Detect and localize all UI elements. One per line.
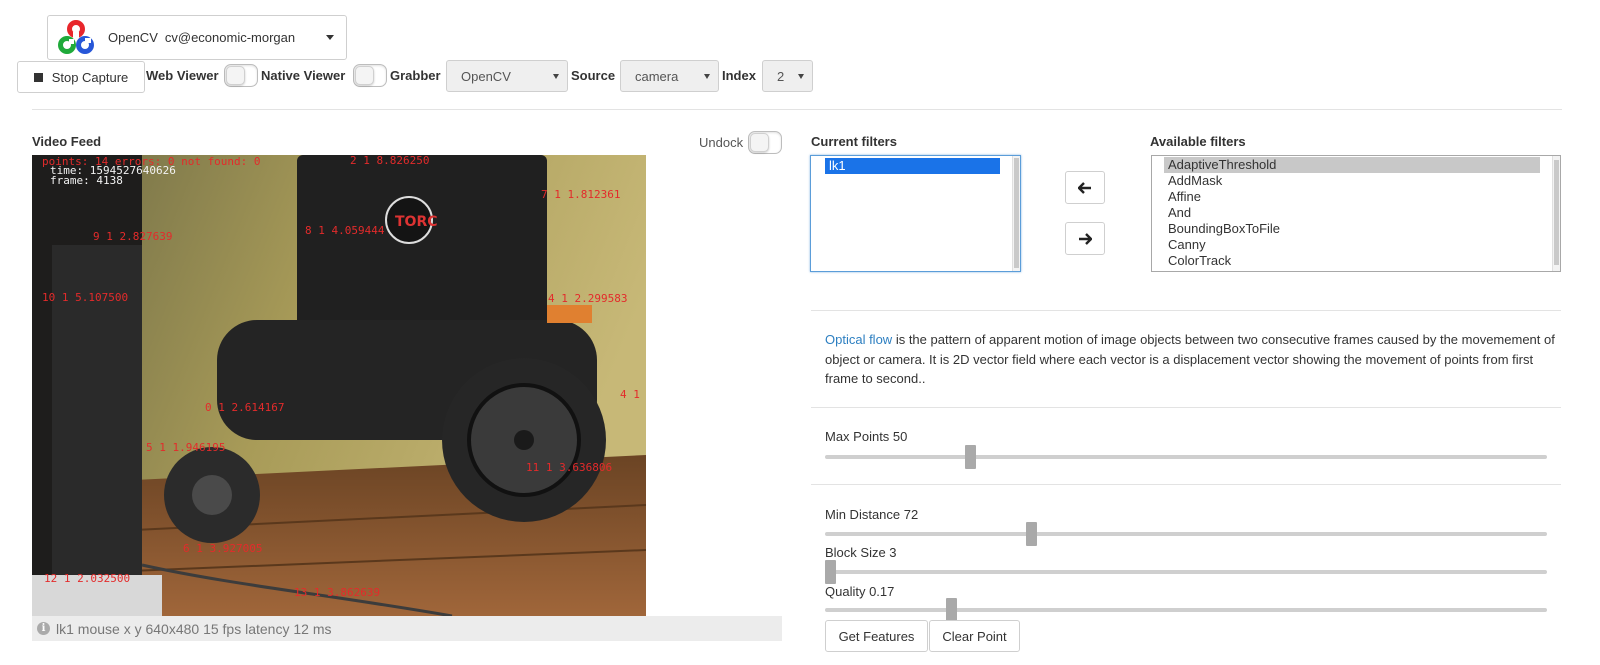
- chevron-down-icon: [704, 74, 710, 79]
- video-feed-title: Video Feed: [32, 134, 102, 149]
- tracked-point-label: 6 1 3.927005: [183, 542, 263, 555]
- tracked-point-label: 11 1 3.636806: [526, 461, 613, 474]
- tracked-point-label: 8 1 4.059444: [305, 224, 385, 237]
- service-selector[interactable]: OpenCV cv@economic-morgan: [47, 15, 347, 60]
- arrow-left-icon: [1078, 181, 1091, 194]
- scrollbar-thumb[interactable]: [1014, 158, 1019, 268]
- divider: [811, 407, 1561, 408]
- slider-handle[interactable]: [945, 598, 957, 622]
- max-points-label: Max Points 50: [825, 429, 908, 444]
- quality-slider[interactable]: [825, 598, 1547, 622]
- clear-point-button[interactable]: Clear Point: [929, 620, 1020, 652]
- toggle-knob: [226, 66, 245, 85]
- native-viewer-label: Native Viewer: [261, 68, 346, 83]
- get-features-button[interactable]: Get Features: [825, 620, 928, 652]
- svg-text:TORC: TORC: [395, 214, 438, 230]
- source-select[interactable]: camera: [620, 60, 719, 92]
- tracked-point-label: 5 1 1.946195: [146, 441, 226, 454]
- description-text: is the pattern of apparent motion of ima…: [825, 332, 1555, 386]
- min-distance-label: Min Distance 72: [825, 507, 919, 522]
- video-feed[interactable]: TORC points: 14 errors: 0 not found: 0 t…: [32, 155, 646, 616]
- tracked-point-label: 4 1 2.299583: [548, 292, 628, 305]
- info-icon: i: [37, 622, 50, 635]
- move-right-button[interactable]: [1065, 222, 1105, 255]
- slider-handle[interactable]: [825, 560, 836, 584]
- arrow-right-icon: [1079, 232, 1092, 245]
- stop-capture-label: Stop Capture: [51, 69, 129, 85]
- source-value: camera: [635, 68, 679, 84]
- slider-handle[interactable]: [965, 445, 977, 469]
- list-item[interactable]: Canny: [1164, 237, 1560, 253]
- web-viewer-label: Web Viewer: [146, 68, 219, 83]
- tracked-point-label: 9 1 2.827639: [93, 230, 173, 243]
- chevron-down-icon: [326, 35, 334, 40]
- web-viewer-toggle[interactable]: [224, 64, 258, 87]
- scrollbar[interactable]: [1012, 156, 1020, 271]
- stop-icon: [33, 72, 43, 82]
- tracked-point-label: 4 1: [620, 388, 640, 401]
- toggle-knob: [750, 133, 769, 152]
- opencv-logo-icon: [58, 19, 94, 54]
- tracked-point-label: 2 1 8.826250: [350, 155, 430, 167]
- toggle-knob: [355, 66, 374, 85]
- move-left-button[interactable]: [1065, 171, 1105, 204]
- service-user: cv@economic-morgan: [164, 30, 296, 45]
- video-status-text: lk1 mouse x y 640x480 15 fps latency 12 …: [56, 620, 332, 637]
- max-points-slider[interactable]: [825, 445, 1547, 469]
- source-label: Source: [571, 68, 616, 83]
- index-value: 2: [777, 68, 785, 84]
- tracked-point-label: 13 1 3.862639: [294, 586, 381, 599]
- scrollbar[interactable]: [1552, 156, 1560, 271]
- get-features-label: Get Features: [838, 628, 915, 644]
- quality-label: Quality 0.17: [825, 584, 895, 599]
- list-item[interactable]: AddMask: [1164, 173, 1560, 189]
- divider: [811, 484, 1561, 485]
- filter-description: Optical flow is the pattern of apparent …: [825, 330, 1555, 389]
- chevron-down-icon: [798, 74, 804, 79]
- grabber-value: OpenCV: [461, 68, 511, 84]
- index-select[interactable]: 2: [762, 60, 813, 92]
- block-size-label: Block Size 3: [825, 545, 897, 560]
- index-label: Index: [722, 68, 756, 83]
- video-status-bar: i lk1 mouse x y 640x480 15 fps latency 1…: [32, 616, 782, 641]
- available-filters-list[interactable]: AdaptiveThreshold AddMask Affine And Bou…: [1151, 155, 1561, 272]
- grabber-label: Grabber: [390, 68, 441, 83]
- grabber-select[interactable]: OpenCV: [446, 60, 568, 92]
- tracked-point-label: 0 1 2.614167: [205, 401, 285, 414]
- divider: [811, 310, 1561, 311]
- native-viewer-toggle[interactable]: [353, 64, 387, 87]
- current-filters-list[interactable]: lk1: [810, 155, 1021, 272]
- list-item[interactable]: ColorTrack: [1164, 253, 1560, 269]
- block-size-slider[interactable]: [825, 560, 1547, 584]
- undock-label: Undock: [699, 135, 744, 150]
- service-name: OpenCV: [108, 30, 158, 45]
- tracked-point-label: 7 1 1.812361: [541, 188, 621, 201]
- scrollbar-thumb[interactable]: [1554, 160, 1559, 265]
- stop-capture-button[interactable]: Stop Capture: [17, 61, 145, 93]
- undock-toggle[interactable]: [748, 131, 782, 154]
- slider-handle[interactable]: [1026, 522, 1038, 546]
- list-item[interactable]: Affine: [1164, 189, 1560, 205]
- min-distance-slider[interactable]: [825, 522, 1547, 546]
- current-filters-label: Current filters: [811, 134, 897, 149]
- tracked-point-label: 12 1 2.032500: [44, 572, 131, 585]
- list-item[interactable]: And: [1164, 205, 1560, 221]
- overlay-frame: frame: 4138: [50, 174, 123, 187]
- tracked-point-label: 10 1 5.107500: [42, 291, 129, 304]
- optical-flow-link[interactable]: Optical flow: [825, 332, 892, 347]
- divider: [32, 109, 1562, 110]
- list-item[interactable]: lk1: [825, 158, 1000, 174]
- chevron-down-icon: [553, 74, 559, 79]
- list-item[interactable]: AdaptiveThreshold: [1164, 157, 1540, 173]
- available-filters-label: Available filters: [1150, 134, 1246, 149]
- list-item[interactable]: BoundingBoxToFile: [1164, 221, 1560, 237]
- clear-point-label: Clear Point: [942, 628, 1007, 644]
